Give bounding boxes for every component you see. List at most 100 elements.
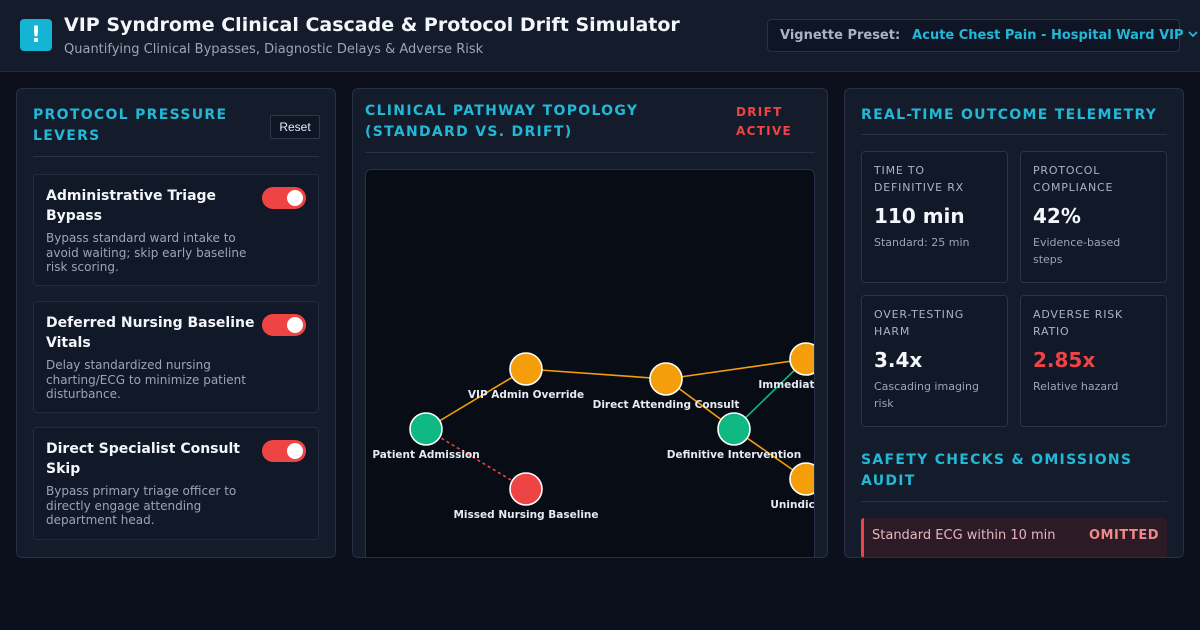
pathway-node[interactable] <box>509 352 543 386</box>
pathway-node-label: Unindicated <box>770 499 815 511</box>
drift-status-badge: DRIFT ACTIVE <box>736 103 792 141</box>
lever-title-line: Direct Specialist Consult <box>46 441 240 457</box>
lever-card-specialist-skip: Direct Specialist Consult Skip Bypass pr… <box>33 427 319 540</box>
lever-desc-line: Bypass primary triage officer to <box>46 484 237 498</box>
pathway-topology-panel: CLINICAL PATHWAY TOPOLOGY (STANDARD VS. … <box>352 88 828 558</box>
metric-value: 110 min <box>874 204 965 228</box>
metric-sub-line: Evidence-based <box>1033 236 1121 249</box>
pathway-title: CLINICAL PATHWAY TOPOLOGY (STANDARD VS. … <box>365 101 638 143</box>
lever-title-line: Skip <box>46 461 81 477</box>
preset-label: Vignette Preset: <box>780 28 901 43</box>
metric-protocol-compliance: PROTOCOL COMPLIANCE 42% Evidence-based s… <box>1020 151 1167 283</box>
metric-sub-line: Cascading imaging <box>874 380 979 393</box>
metric-value: 3.4x <box>874 348 923 372</box>
audit-title-line: AUDIT <box>861 473 916 489</box>
app-header: ! VIP Syndrome Clinical Cascade & Protoc… <box>0 0 1200 72</box>
audit-item-text: Standard ECG within 10 min <box>872 528 1056 543</box>
pathway-node[interactable] <box>717 412 751 446</box>
metric-over-testing-harm: OVER-TESTING HARM 3.4x Cascading imaging… <box>861 295 1008 427</box>
toggle-knob <box>287 317 303 333</box>
audit-title-line: SAFETY CHECKS & OMISSIONS <box>861 452 1133 468</box>
audit-item-status: OMITTED <box>1088 528 1159 543</box>
pathway-node-label: Direct Attending Consult <box>593 399 740 411</box>
divider <box>861 134 1167 135</box>
metric-subtext: Standard: 25 min <box>874 234 999 251</box>
metric-label-line: OVER-TESTING <box>874 308 965 321</box>
pathway-node-label: Patient Admission <box>372 449 479 461</box>
metric-time-to-rx: TIME TO DEFINITIVE RX 110 min Standard: … <box>861 151 1008 283</box>
lever-toggle-triage-bypass[interactable] <box>262 187 306 209</box>
reset-button[interactable]: Reset <box>270 115 320 139</box>
pathway-title-line: CLINICAL PATHWAY TOPOLOGY <box>365 103 639 119</box>
metric-value: 2.85x <box>1033 348 1096 372</box>
metric-label-line: COMPLIANCE <box>1033 181 1114 194</box>
pathway-edge <box>525 368 667 380</box>
levers-title-line: PROTOCOL PRESSURE <box>33 107 228 123</box>
pathway-node-label: VIP Admin Override <box>468 389 584 401</box>
lever-desc-line: Bypass standard ward intake to <box>46 231 236 245</box>
pathway-graph: Patient Admission VIP Admin Override Direc… <box>365 169 815 557</box>
protocol-levers-panel: PROTOCOL PRESSURE LEVERS Reset Administr… <box>16 88 336 558</box>
metric-label: OVER-TESTING HARM <box>874 306 999 340</box>
metric-label: PROTOCOL COMPLIANCE <box>1033 162 1158 196</box>
lever-toggle-specialist-skip[interactable] <box>262 440 306 462</box>
divider <box>365 152 815 153</box>
divider <box>861 501 1167 502</box>
divider <box>33 156 319 157</box>
lever-card-deferred-vitals: Deferred Nursing Baseline Vitals Delay s… <box>33 301 319 413</box>
pathway-node[interactable] <box>789 462 815 496</box>
lever-title: Direct Specialist Consult Skip <box>46 439 256 479</box>
badge-line: DRIFT <box>736 105 783 119</box>
pathway-node[interactable] <box>509 472 543 506</box>
pathway-title-line: (STANDARD VS. DRIFT) <box>365 124 573 140</box>
metric-label-line: ADVERSE RISK <box>1033 308 1124 321</box>
lever-title: Administrative Triage Bypass <box>46 186 256 226</box>
lever-desc-line: Delay standardized nursing <box>46 358 211 372</box>
vignette-preset-select[interactable]: Vignette Preset: Acute Chest Pain - Hosp… <box>767 19 1198 52</box>
chevron-down-icon <box>1187 30 1198 41</box>
lever-title-line: Bypass <box>46 208 102 224</box>
telemetry-panel: REAL-TIME OUTCOME TELEMETRY TIME TO DEFI… <box>844 88 1184 558</box>
app-subtitle: Quantifying Clinical Bypasses, Diagnosti… <box>64 42 484 57</box>
lever-card-triage-bypass: Administrative Triage Bypass Bypass stan… <box>33 174 319 286</box>
metric-label: ADVERSE RISK RATIO <box>1033 306 1158 340</box>
pathway-node-label: Definitive Intervention <box>667 449 801 461</box>
toggle-knob <box>287 443 303 459</box>
app-title: VIP Syndrome Clinical Cascade & Protocol… <box>64 14 680 36</box>
pathway-node-label: Missed Nursing Baseline <box>453 509 598 521</box>
lever-desc-line: avoid waiting; skip early baseline <box>46 245 247 260</box>
metric-label-line: RATIO <box>1033 325 1070 338</box>
metric-label-line: DEFINITIVE RX <box>874 181 964 194</box>
telemetry-title: REAL-TIME OUTCOME TELEMETRY <box>861 107 1158 123</box>
pathway-edge <box>665 358 807 380</box>
lever-desc-line: charting/ECG to minimize patient <box>46 372 246 387</box>
metric-subtext: Cascading imaging risk <box>874 378 999 412</box>
metric-adverse-risk-ratio: ADVERSE RISK RATIO 2.85x Relative hazard <box>1020 295 1167 427</box>
audit-item: Standard ECG within 10 min OMITTED <box>861 518 1167 557</box>
preset-value: Acute Chest Pain - Hospital Ward VIP <box>912 28 1184 43</box>
metric-subtext: Evidence-based steps <box>1033 234 1158 268</box>
pathway-node[interactable] <box>409 412 443 446</box>
metric-value: 42% <box>1033 204 1081 228</box>
pathway-node-label: Immediate STAT <box>758 379 815 391</box>
badge-line: ACTIVE <box>736 124 793 138</box>
lever-description: Bypass primary triage officer to directl… <box>46 484 261 528</box>
lever-toggle-deferred-vitals[interactable] <box>262 314 306 336</box>
metric-label: TIME TO DEFINITIVE RX <box>874 162 999 196</box>
metric-label-line: TIME TO <box>874 164 925 177</box>
metric-sub-line: Standard: 25 min <box>874 236 970 249</box>
lever-title: Deferred Nursing Baseline Vitals <box>46 313 256 353</box>
toggle-knob <box>287 190 303 206</box>
metric-subtext: Relative hazard <box>1033 378 1158 395</box>
audit-title: SAFETY CHECKS & OMISSIONS AUDIT <box>861 450 1132 492</box>
metric-sub-line: Relative hazard <box>1033 380 1119 393</box>
lever-title-line: Deferred Nursing Baseline <box>46 315 255 331</box>
levers-title: PROTOCOL PRESSURE LEVERS <box>33 105 227 147</box>
pathway-node[interactable] <box>649 362 683 396</box>
lever-title-line: Vitals <box>46 335 91 351</box>
lever-description: Delay standardized nursing charting/ECG … <box>46 358 261 402</box>
alert-logo-icon: ! <box>20 19 52 51</box>
metric-label-line: PROTOCOL <box>1033 164 1101 177</box>
pathway-node[interactable] <box>789 342 815 376</box>
pathway-graph-canvas: Patient Admission VIP Admin Override Direc… <box>372 342 815 521</box>
